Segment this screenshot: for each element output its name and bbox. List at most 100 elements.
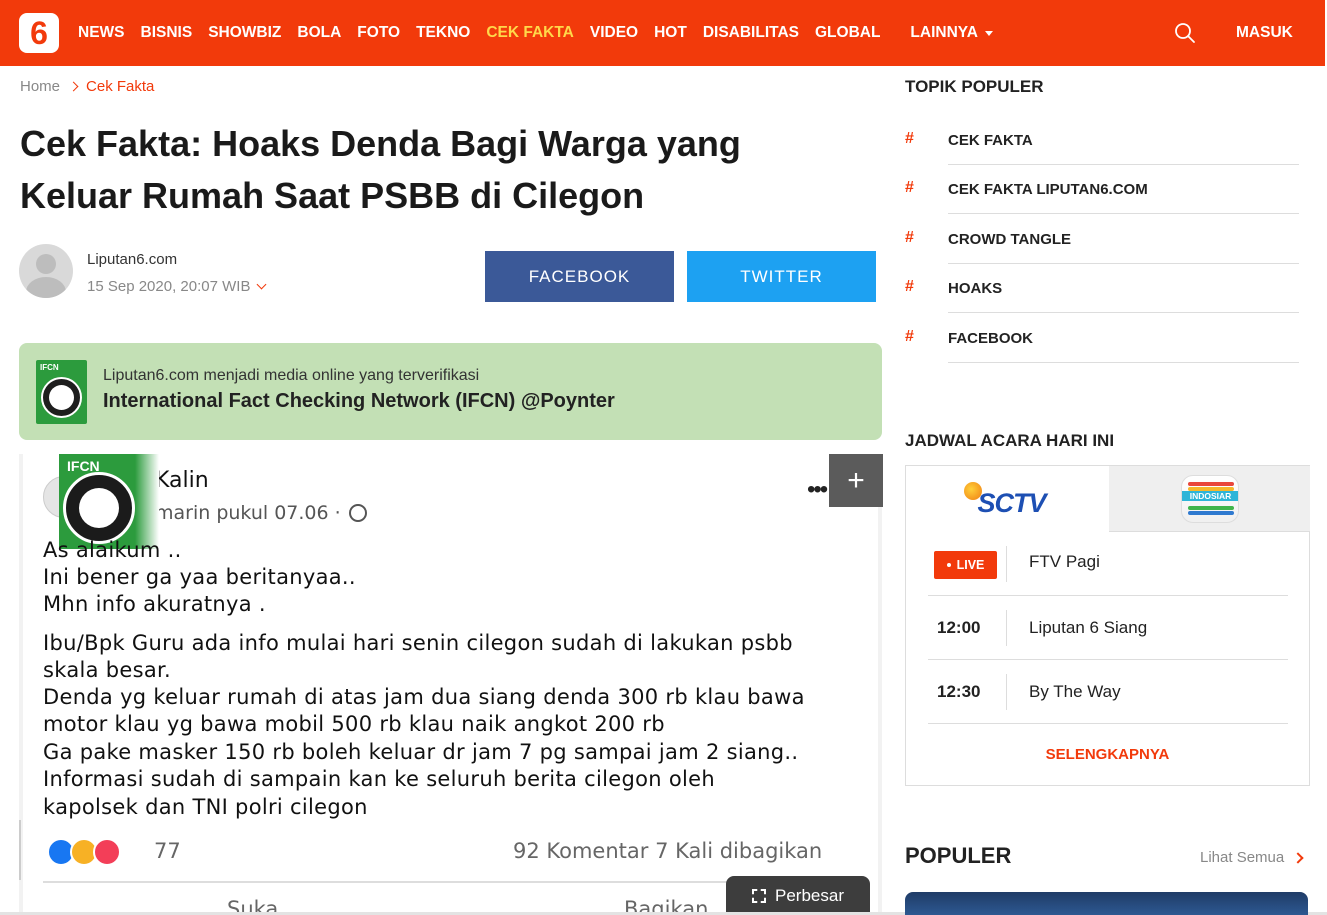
lainnya-label: LAINNYA [910,24,978,41]
reaction-count: 77 [154,839,181,863]
post-text-line: motor klau yg bawa mobil 500 rb klau nai… [43,712,665,736]
post-text-line: Informasi sudah di sampain kan ke seluru… [43,767,715,791]
breadcrumb-home[interactable]: Home [20,78,60,95]
nav-item-bola[interactable]: BOLA [297,24,341,42]
article-image[interactable]: Kalin marin pukul 07.06 · ••• IFCN As al… [19,454,882,915]
main-nav: NEWS BISNIS SHOWBIZ BOLA FOTO TEKNO CEK … [70,0,1001,66]
chevron-right-icon [68,81,79,92]
ifcn-badge-text: IFCN [40,363,59,372]
sctv-logo-text: SCTV [977,488,1047,518]
popular-thumbnail[interactable] [905,892,1308,915]
populer-heading: POPULER [905,843,1012,868]
nav-item-news[interactable]: NEWS [78,24,125,42]
program-time: 12:30 [937,682,981,701]
topic-item[interactable]: # HOAKS [905,264,1299,313]
publish-date[interactable]: 15 Sep 2020, 20:07 WIB [87,278,267,295]
ifcn-badge-icon: IFCN [36,360,87,424]
more-options-icon: ••• [807,476,828,503]
post-text-line: Denda yg keluar rumah di atas jam dua si… [43,685,805,709]
enlarge-label: Perbesar [775,885,844,905]
topic-item[interactable]: # CROWD TANGLE [905,215,1299,264]
post-stats: 92 Komentar 7 Kali dibagikan [513,839,823,863]
post-author: Kalin [155,468,209,493]
topic-label: CEK FAKTA [948,132,1033,149]
breadcrumb: Home Cek Fakta [20,78,154,95]
post-text-line: Ini bener ga yaa beritanyaa.. [43,565,356,589]
love-reaction-icon [93,838,121,866]
topic-item[interactable]: # CEK FAKTA [905,116,1299,165]
nav-item-disabilitas[interactable]: DISABILITAS [703,24,799,42]
program-name: FTV Pagi [1029,552,1100,571]
chevron-right-icon [1292,851,1304,864]
schedule-row[interactable]: LIVE FTV Pagi [928,532,1288,596]
nav-item-cek-fakta[interactable]: CEK FAKTA [486,24,574,42]
search-icon[interactable] [1173,21,1197,45]
author-avatar [19,244,73,298]
schedule-heading: JADWAL ACARA HARI INI [905,431,1115,450]
lihat-semua-label: Lihat Semua [1200,849,1285,866]
plus-icon: + [847,463,865,497]
topic-label: CROWD TANGLE [948,231,1072,248]
expand-plus-button[interactable]: + [829,454,883,507]
post-text-line: Ga pake masker 150 rb boleh keluar dr ja… [43,740,799,764]
tab-sctv[interactable]: SCTV [906,466,1109,532]
nav-item-hot[interactable]: HOT [654,24,687,42]
publish-date-text: 15 Sep 2020, 20:07 WIB [87,278,251,295]
indosiar-logo-text: INDOSIAR [1181,490,1238,501]
program-time: 12:00 [937,618,981,637]
liputan6-logo[interactable]: 6 [19,13,59,53]
topic-label: FACEBOOK [948,330,1034,347]
ifcn-banner[interactable]: IFCN Liputan6.com menjadi media online y… [19,343,882,440]
topic-item[interactable]: # CEK FAKTA LIPUTAN6.COM [905,165,1299,214]
nav-item-foto[interactable]: FOTO [357,24,400,42]
topik-populer-heading: TOPIK POPULER [905,77,1044,96]
chevron-down-icon [984,30,993,36]
hash-icon: # [905,278,914,295]
top-navbar: 6 NEWS BISNIS SHOWBIZ BOLA FOTO TEKNO CE… [0,0,1327,66]
article-title-line2: Keluar Rumah Saat PSBB di Cilegon [20,175,645,216]
post-time: marin pukul 07.06 · [155,502,367,524]
breadcrumb-current[interactable]: Cek Fakta [86,78,154,95]
nav-item-lainnya[interactable]: LAINNYA [910,24,993,42]
chevron-down-icon [257,279,267,289]
nav-item-global[interactable]: GLOBAL [815,24,880,42]
topic-label: CEK FAKTA LIPUTAN6.COM [948,181,1148,198]
nav-item-showbiz[interactable]: SHOWBIZ [208,24,281,42]
indosiar-logo: INDOSIAR [1180,474,1239,523]
schedule-row[interactable]: 12:30 By The Way [928,660,1288,724]
facebook-share-button[interactable]: FACEBOOK [485,251,674,302]
globe-icon [348,504,367,522]
lihat-semua-link[interactable]: Lihat Semua [1200,849,1304,866]
post-text-line: kapolsek dan TNI polri cilegon [43,795,368,819]
hash-icon: # [905,179,914,196]
ifcn-line2: International Fact Checking Network (IFC… [103,390,615,412]
hash-icon: # [905,130,914,147]
topic-item[interactable]: # FACEBOOK [905,314,1299,363]
author-name[interactable]: Liputan6.com [87,251,177,268]
twitter-share-button[interactable]: TWITTER [687,251,876,302]
article-title: Cek Fakta: Hoaks Denda Bagi Warga yang K… [20,118,870,222]
nav-item-bisnis[interactable]: BISNIS [141,24,193,42]
post-text-line: Mhn info akuratnya . [43,592,266,616]
topic-label: HOAKS [948,280,1003,297]
post-text-line: Ibu/Bpk Guru ada info mulai hari senin c… [43,631,793,655]
post-text-line: skala besar. [43,658,172,682]
enlarge-button[interactable]: Perbesar [726,876,870,915]
program-name: Liputan 6 Siang [1029,618,1148,637]
hash-icon: # [905,328,914,345]
logo-text: 6 [30,15,48,51]
tab-indosiar[interactable]: INDOSIAR [1109,466,1310,532]
post-time-text: marin pukul 07.06 · [155,502,341,524]
nav-item-video[interactable]: VIDEO [590,24,638,42]
live-badge: LIVE [934,551,997,579]
ifcn-line1: Liputan6.com menjadi media online yang t… [103,367,480,384]
schedule-widget: SCTV INDOSIAR LIVE FTV Pagi 12:00 Liputa… [905,465,1310,786]
sctv-logo: SCTV [963,482,1052,518]
schedule-row[interactable]: 12:00 Liputan 6 Siang [928,596,1288,660]
expand-icon [752,888,766,903]
login-button[interactable]: MASUK [1236,24,1293,42]
selengkapnya-link[interactable]: SELENGKAPNYA [906,746,1309,763]
ifcn-watermark-icon: IFCN [59,454,159,549]
program-name: By The Way [1029,682,1121,701]
nav-item-tekno[interactable]: TEKNO [416,24,470,42]
